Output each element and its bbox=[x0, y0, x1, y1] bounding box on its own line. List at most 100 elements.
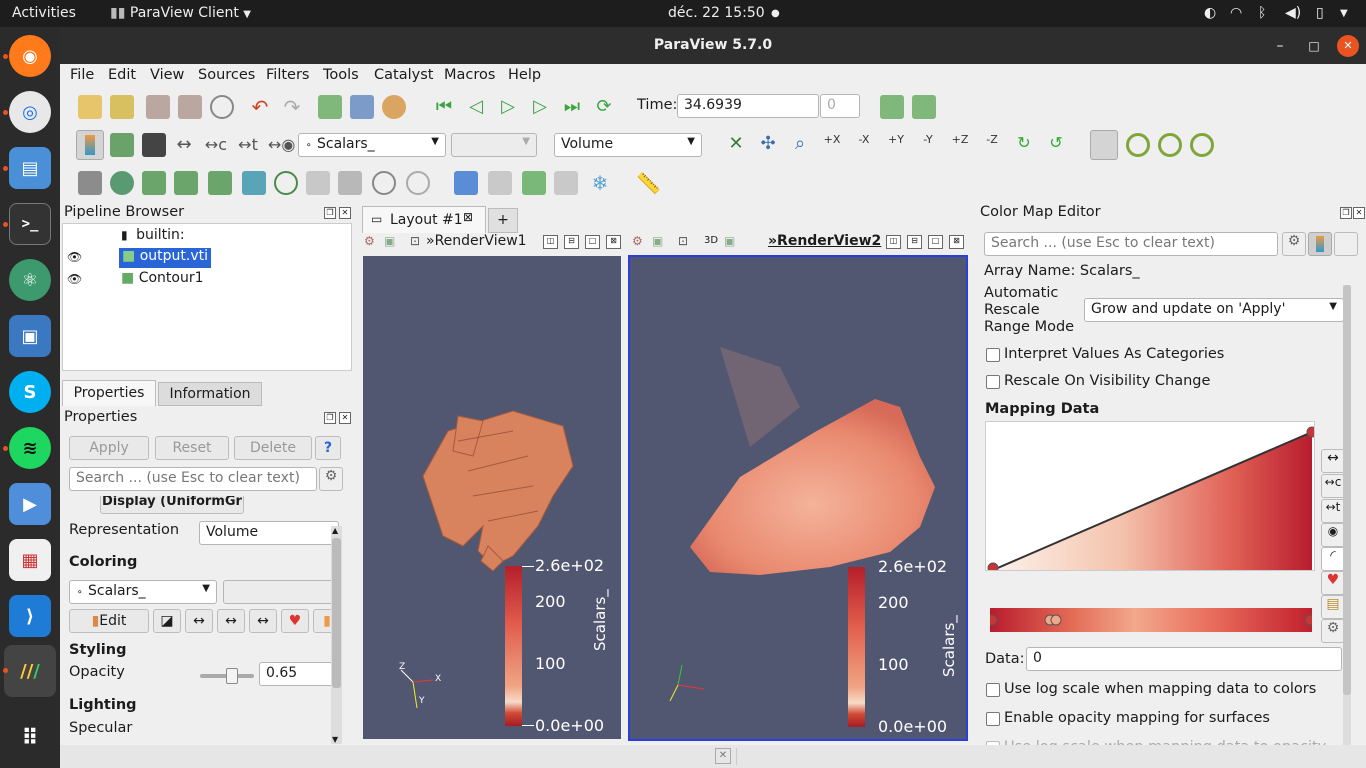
play-icon[interactable]: ▷ bbox=[496, 95, 520, 119]
minimize-button[interactable]: – bbox=[1269, 35, 1291, 57]
render-view-1[interactable]: 2.6e+02 200 100 0.0e+00 Scalars_ Z X Y bbox=[363, 256, 621, 739]
save-defaults-icon[interactable] bbox=[1308, 232, 1332, 256]
wifi-icon[interactable]: ◠ bbox=[1230, 5, 1242, 21]
props-color-array-select[interactable]: ⚬ Scalars_ ▼ bbox=[69, 580, 217, 604]
close-button[interactable]: ✕ bbox=[1337, 35, 1359, 57]
component-select[interactable]: ▼ bbox=[451, 133, 537, 157]
split-vertical-icon[interactable]: ⊟ bbox=[564, 235, 579, 249]
eye-visible-icon[interactable]: 👁 bbox=[67, 250, 82, 264]
spotify-icon[interactable]: ≋ bbox=[9, 427, 51, 469]
edit-colormap-button[interactable]: ▮Edit bbox=[69, 609, 149, 633]
menu-sources[interactable]: Sources bbox=[198, 67, 255, 83]
menu-catalyst[interactable]: Catalyst bbox=[374, 67, 433, 83]
reset-camera-closest-icon[interactable]: ✕ bbox=[724, 133, 748, 157]
menu-view[interactable]: View bbox=[150, 67, 184, 83]
rescale-custom-button[interactable]: ↔ bbox=[217, 609, 245, 633]
activities-button[interactable]: Activities bbox=[12, 5, 76, 21]
temporal-icon[interactable]: ❄ bbox=[588, 171, 612, 195]
invert-colormap-icon[interactable]: ◜ bbox=[1321, 547, 1345, 571]
tab-information[interactable]: Information bbox=[158, 382, 262, 406]
edit-color-map-icon[interactable] bbox=[110, 133, 134, 157]
toggle-color-legend-icon[interactable] bbox=[76, 130, 104, 160]
restore-defaults-icon[interactable] bbox=[1334, 232, 1358, 256]
split-view-icon[interactable]: ⚙ bbox=[364, 234, 375, 248]
rescale-temporal-range-icon[interactable]: ↔t bbox=[236, 133, 260, 157]
rescale-range-icon[interactable]: ↔ bbox=[1321, 449, 1345, 473]
tab-properties[interactable]: Properties bbox=[62, 380, 156, 406]
rescale-custom-range-icon[interactable]: ↔c bbox=[204, 133, 228, 157]
vertical-scrollbar[interactable]: ▲ ▼ bbox=[331, 526, 342, 744]
rotate-plus-90-icon[interactable]: ↻ bbox=[1012, 133, 1036, 157]
split-horizontal-icon[interactable]: ◫ bbox=[886, 235, 901, 249]
opacity-function-editor[interactable] bbox=[985, 421, 1315, 571]
rescale-custom-range-icon[interactable]: ↔c bbox=[1321, 474, 1345, 498]
volume-icon[interactable]: ◀) bbox=[1285, 5, 1301, 21]
maximize-button[interactable]: □ bbox=[1303, 35, 1325, 57]
gear-icon[interactable]: ⚙ bbox=[319, 467, 343, 491]
camera-icon[interactable]: ⊡ bbox=[410, 234, 420, 248]
rescale-visible-range-icon[interactable]: ◉ bbox=[1321, 523, 1345, 547]
cme-search-input[interactable]: Search ... (use Esc to clear text) bbox=[984, 232, 1278, 256]
view-minus-x-icon[interactable]: -X bbox=[852, 133, 876, 157]
menu-tools[interactable]: Tools bbox=[323, 67, 359, 83]
opacity-surfaces-checkbox[interactable] bbox=[986, 712, 1000, 726]
app-menu[interactable]: ▮▮ ParaView Client ▼ bbox=[110, 5, 251, 21]
rescale-data-range-icon[interactable]: ↔ bbox=[172, 133, 196, 157]
view-minus-z-icon[interactable]: -Z bbox=[980, 133, 1004, 157]
properties-search-input[interactable]: Search ... (use Esc to clear text) bbox=[69, 467, 317, 491]
maximize-view-icon[interactable]: □ bbox=[585, 235, 600, 249]
clock[interactable]: déc. 22 15:50 bbox=[668, 5, 765, 21]
scroll-up-icon[interactable]: ▲ bbox=[332, 526, 338, 535]
close-panel-icon[interactable]: ✕ bbox=[1353, 207, 1365, 219]
help-button[interactable]: ? bbox=[315, 436, 341, 460]
pipeline-item-output-vti[interactable]: ■ output.vti bbox=[119, 248, 211, 268]
reset-button[interactable]: Reset bbox=[155, 436, 229, 460]
auto-rescale-select[interactable]: Grow and update on 'Apply' ▼ bbox=[1084, 298, 1344, 322]
float-panel-icon[interactable]: ❐ bbox=[1340, 207, 1352, 219]
pipeline-item-builtin[interactable]: ▮ builtin: bbox=[121, 227, 185, 247]
stream-tracer-icon[interactable] bbox=[306, 171, 330, 195]
zoom-to-box-icon[interactable]: ⌕ bbox=[788, 133, 812, 157]
view-minus-y-icon[interactable]: -Y bbox=[916, 133, 940, 157]
split-view-icon[interactable]: ⚙ bbox=[632, 234, 643, 248]
glyph-icon[interactable] bbox=[274, 171, 298, 195]
plot-over-line-icon[interactable] bbox=[454, 171, 478, 195]
contour-icon[interactable] bbox=[110, 171, 134, 195]
scroll-thumb[interactable] bbox=[332, 538, 341, 688]
apply-button[interactable]: Apply bbox=[69, 436, 149, 460]
open-icon[interactable] bbox=[78, 95, 102, 119]
data-value-input[interactable]: 0 bbox=[1026, 647, 1342, 671]
color-array-select[interactable]: ⚬ Scalars_ ▼ bbox=[298, 133, 446, 157]
next-frame-icon[interactable]: ▷ bbox=[528, 95, 552, 119]
choose-preset-button[interactable]: ◪ bbox=[153, 609, 181, 633]
color-function-editor[interactable] bbox=[990, 608, 1312, 632]
rotate-minus-90-icon[interactable]: ↺ bbox=[1044, 133, 1068, 157]
palette-icon[interactable] bbox=[382, 95, 406, 119]
redo-icon[interactable]: ↷ bbox=[280, 95, 304, 119]
save-state-icon[interactable] bbox=[146, 95, 170, 119]
capture-icon[interactable]: ▣ bbox=[384, 234, 395, 248]
server-connect-icon[interactable] bbox=[178, 95, 202, 119]
terminal-icon[interactable]: >_ bbox=[9, 203, 51, 245]
previous-frame-icon[interactable]: ◁ bbox=[464, 95, 488, 119]
advanced-gear-icon[interactable]: ⚙ bbox=[1321, 619, 1345, 643]
chrome-icon[interactable]: ◎ bbox=[9, 91, 51, 133]
ruler-icon[interactable]: 📏 bbox=[636, 171, 661, 195]
log-scale-colors-checkbox[interactable] bbox=[986, 683, 1000, 697]
choose-preset-icon[interactable]: ♥ bbox=[1321, 571, 1345, 595]
extract-subset-icon[interactable] bbox=[242, 171, 266, 195]
time-step-spinner[interactable]: 0 bbox=[820, 94, 860, 118]
files-icon[interactable]: ▤ bbox=[9, 147, 51, 189]
cme-scrollbar[interactable] bbox=[1343, 285, 1351, 759]
undo-icon[interactable]: ↶ bbox=[248, 95, 272, 119]
close-view-icon[interactable]: ⊠ bbox=[606, 235, 621, 249]
skype-icon[interactable]: S bbox=[9, 371, 51, 413]
clip-icon[interactable] bbox=[142, 171, 166, 195]
firefox-icon[interactable]: ◉ bbox=[9, 35, 51, 77]
add-layout-tab[interactable]: + bbox=[488, 208, 518, 233]
slice-icon[interactable] bbox=[174, 171, 198, 195]
representation-select[interactable]: Volume ▼ bbox=[554, 133, 702, 157]
rescale-temporal-button[interactable]: ↔ bbox=[249, 609, 277, 633]
rescale-button[interactable]: ↔ bbox=[185, 609, 213, 633]
delete-button[interactable]: Delete bbox=[234, 436, 312, 460]
